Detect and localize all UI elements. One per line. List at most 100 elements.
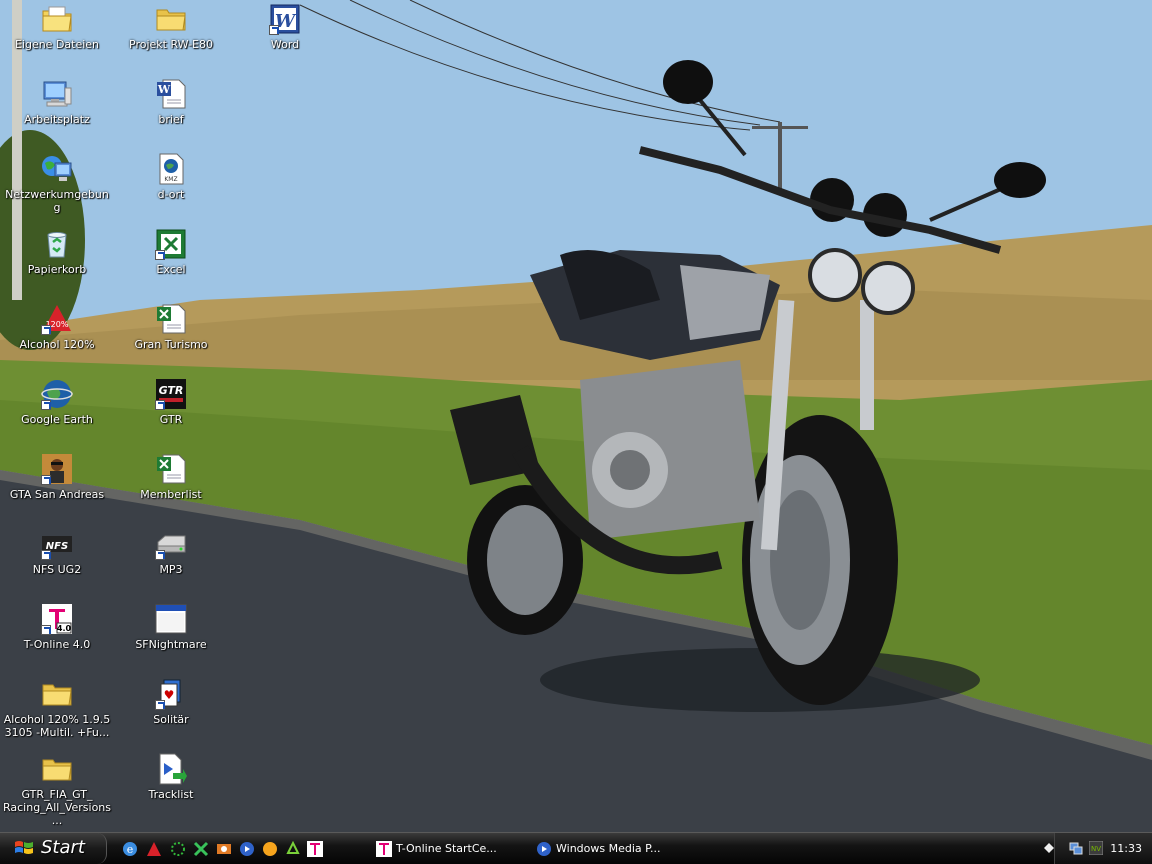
- show-hidden-icons-icon[interactable]: [1043, 842, 1055, 854]
- desktop-icon-label: SFNightmare: [135, 638, 207, 651]
- desktop-icon-gran-turismo[interactable]: Gran Turismo: [114, 303, 228, 351]
- shortcut-arrow-icon: [41, 325, 51, 335]
- desktop-icon-gta-san-andreas[interactable]: GTA San Andreas: [0, 453, 114, 501]
- network-places-icon: [41, 153, 73, 185]
- desktop-icon-label: Alcohol 120%: [19, 338, 95, 351]
- desktop-icon-label: Google Earth: [21, 413, 93, 426]
- desktop-icon-memberlist[interactable]: Memberlist: [114, 453, 228, 501]
- shortcut-arrow-icon: [269, 25, 279, 35]
- taskbar: Start e T-Online StartCe... Windows Medi…: [0, 832, 1152, 864]
- excel-document-icon: [155, 453, 187, 485]
- playlist-file-icon: [155, 753, 187, 785]
- desktop-icon-label: GTA San Andreas: [9, 488, 105, 501]
- shortcut-arrow-icon: [41, 550, 51, 560]
- excel-document-icon: [155, 303, 187, 335]
- gtr-game-icon: GTR: [155, 378, 187, 410]
- desktop-icon-nfs-ug2[interactable]: NFS NFS UG2: [0, 528, 114, 576]
- desktop-icon-label: MP3: [159, 563, 183, 576]
- nfs-ug2-icon: NFS: [41, 528, 73, 560]
- desktop-icon-label: GTR: [159, 413, 183, 426]
- desktop-icon-label: Papierkorb: [27, 263, 87, 276]
- task-button-windows-media-player[interactable]: Windows Media P...: [534, 836, 692, 862]
- desktop-icon-solitaer[interactable]: ♥ Solitär: [114, 678, 228, 726]
- desktop-icon-label: Alcohol 120% 1.9.5 3105 -Multil. +Fu...: [3, 713, 111, 739]
- shortcut-arrow-icon: [41, 475, 51, 485]
- shortcut-arrow-icon: [155, 700, 165, 710]
- desktop-icon-gtr[interactable]: GTR GTR: [114, 378, 228, 426]
- desktop-icon-papierkorb[interactable]: Papierkorb: [0, 228, 114, 276]
- svg-text:NV: NV: [1091, 845, 1101, 853]
- shortcut-arrow-icon: [41, 625, 51, 635]
- desktop-icon-alcohol-folder[interactable]: Alcohol 120% 1.9.5 3105 -Multil. +Fu...: [0, 678, 114, 739]
- nvidia-icon[interactable]: NV: [1089, 841, 1103, 855]
- media-player-icon[interactable]: [239, 841, 255, 857]
- word-document-icon: W: [155, 78, 187, 110]
- desktop-icon-netzwerkumgebung[interactable]: Netzwerkumgebung: [0, 153, 114, 214]
- t-online-icon[interactable]: [307, 841, 323, 857]
- excel-icon: [155, 228, 187, 260]
- desktop-icon-label: Eigene Dateien: [14, 38, 100, 51]
- desktop-icon-label: Word: [270, 38, 300, 51]
- desktop-icon-label: NFS UG2: [32, 563, 82, 576]
- svg-text:♥: ♥: [164, 688, 175, 702]
- start-label: Start: [41, 837, 85, 858]
- svg-text:GTR: GTR: [159, 384, 184, 397]
- desktop-icon-label: Memberlist: [140, 488, 202, 501]
- task-label: Windows Media P...: [556, 842, 661, 855]
- task-label: T-Online StartCe...: [396, 842, 497, 855]
- recycle-bin-icon: [41, 228, 73, 260]
- desktop-icon-label: Gran Turismo: [134, 338, 208, 351]
- desktop-icon-google-earth[interactable]: Google Earth: [0, 378, 114, 426]
- desktop-icon-word[interactable]: W Word: [228, 3, 342, 51]
- shortcut-arrow-icon: [41, 400, 51, 410]
- folder-icon: [155, 3, 187, 35]
- green-spark-icon[interactable]: [170, 841, 186, 857]
- xfire-icon[interactable]: [193, 841, 209, 857]
- desktop-icon-mp3[interactable]: MP3: [114, 528, 228, 576]
- folder-icon: [41, 753, 73, 785]
- svg-text:4.0: 4.0: [57, 624, 72, 633]
- desktop-icon-tracklist[interactable]: Tracklist: [114, 753, 228, 801]
- desktop-icon-label: T-Online 4.0: [23, 638, 91, 651]
- orange-ball-icon[interactable]: [262, 841, 278, 857]
- shortcut-arrow-icon: [155, 400, 165, 410]
- windows-media-player-icon: [537, 842, 551, 856]
- desktop-icon-label: Arbeitsplatz: [24, 113, 90, 126]
- alcohol-120-icon: 120%: [41, 303, 73, 335]
- kmz-file-icon: KMZ: [155, 153, 187, 185]
- desktop-icon-alcohol-120[interactable]: 120% Alcohol 120%: [0, 303, 114, 351]
- window-app-icon: [155, 603, 187, 635]
- solitaire-icon: ♥: [155, 678, 187, 710]
- desktop-icon-label: Excel: [156, 263, 186, 276]
- gta-san-andreas-icon: [41, 453, 73, 485]
- desktop-icon-gtr-folder[interactable]: GTR_FIA_GT_ Racing_All_Versions...: [0, 753, 114, 827]
- word-icon: W: [269, 3, 301, 35]
- my-computer-icon: [41, 78, 73, 110]
- alcohol-icon[interactable]: [146, 841, 162, 857]
- t-online-icon: [376, 841, 392, 857]
- t-online-icon: 4.0: [41, 603, 73, 635]
- drive-shortcut-icon: [155, 528, 187, 560]
- desktop-icon-brief[interactable]: W brief: [114, 78, 228, 126]
- svg-text:e: e: [127, 843, 134, 856]
- network-icon[interactable]: [1069, 841, 1083, 855]
- desktop-icon-projekt-rw-e80[interactable]: Projekt RW-E80: [114, 3, 228, 51]
- media-icon[interactable]: [216, 841, 232, 857]
- clock[interactable]: 11:33: [1110, 842, 1142, 855]
- task-button-t-online[interactable]: T-Online StartCe...: [374, 836, 532, 862]
- desktop-icon-excel[interactable]: Excel: [114, 228, 228, 276]
- ie-icon[interactable]: e: [122, 841, 138, 857]
- recycle-arrows-icon[interactable]: [285, 841, 301, 857]
- svg-text:W: W: [157, 83, 171, 96]
- start-button[interactable]: Start: [0, 833, 107, 864]
- windows-flag-icon: [15, 841, 33, 854]
- shortcut-arrow-icon: [155, 550, 165, 560]
- desktop-icon-eigene-dateien[interactable]: Eigene Dateien: [0, 3, 114, 51]
- desktop-icon-label: Projekt RW-E80: [129, 38, 213, 51]
- desktop-icon-d-ort[interactable]: KMZ d-ort: [114, 153, 228, 201]
- system-tray: NV 11:33: [1044, 833, 1152, 864]
- folder-icon: [41, 678, 73, 710]
- desktop-icon-t-online[interactable]: 4.0 T-Online 4.0: [0, 603, 114, 651]
- desktop-icon-sfnightmare[interactable]: SFNightmare: [114, 603, 228, 651]
- desktop-icon-arbeitsplatz[interactable]: Arbeitsplatz: [0, 78, 114, 126]
